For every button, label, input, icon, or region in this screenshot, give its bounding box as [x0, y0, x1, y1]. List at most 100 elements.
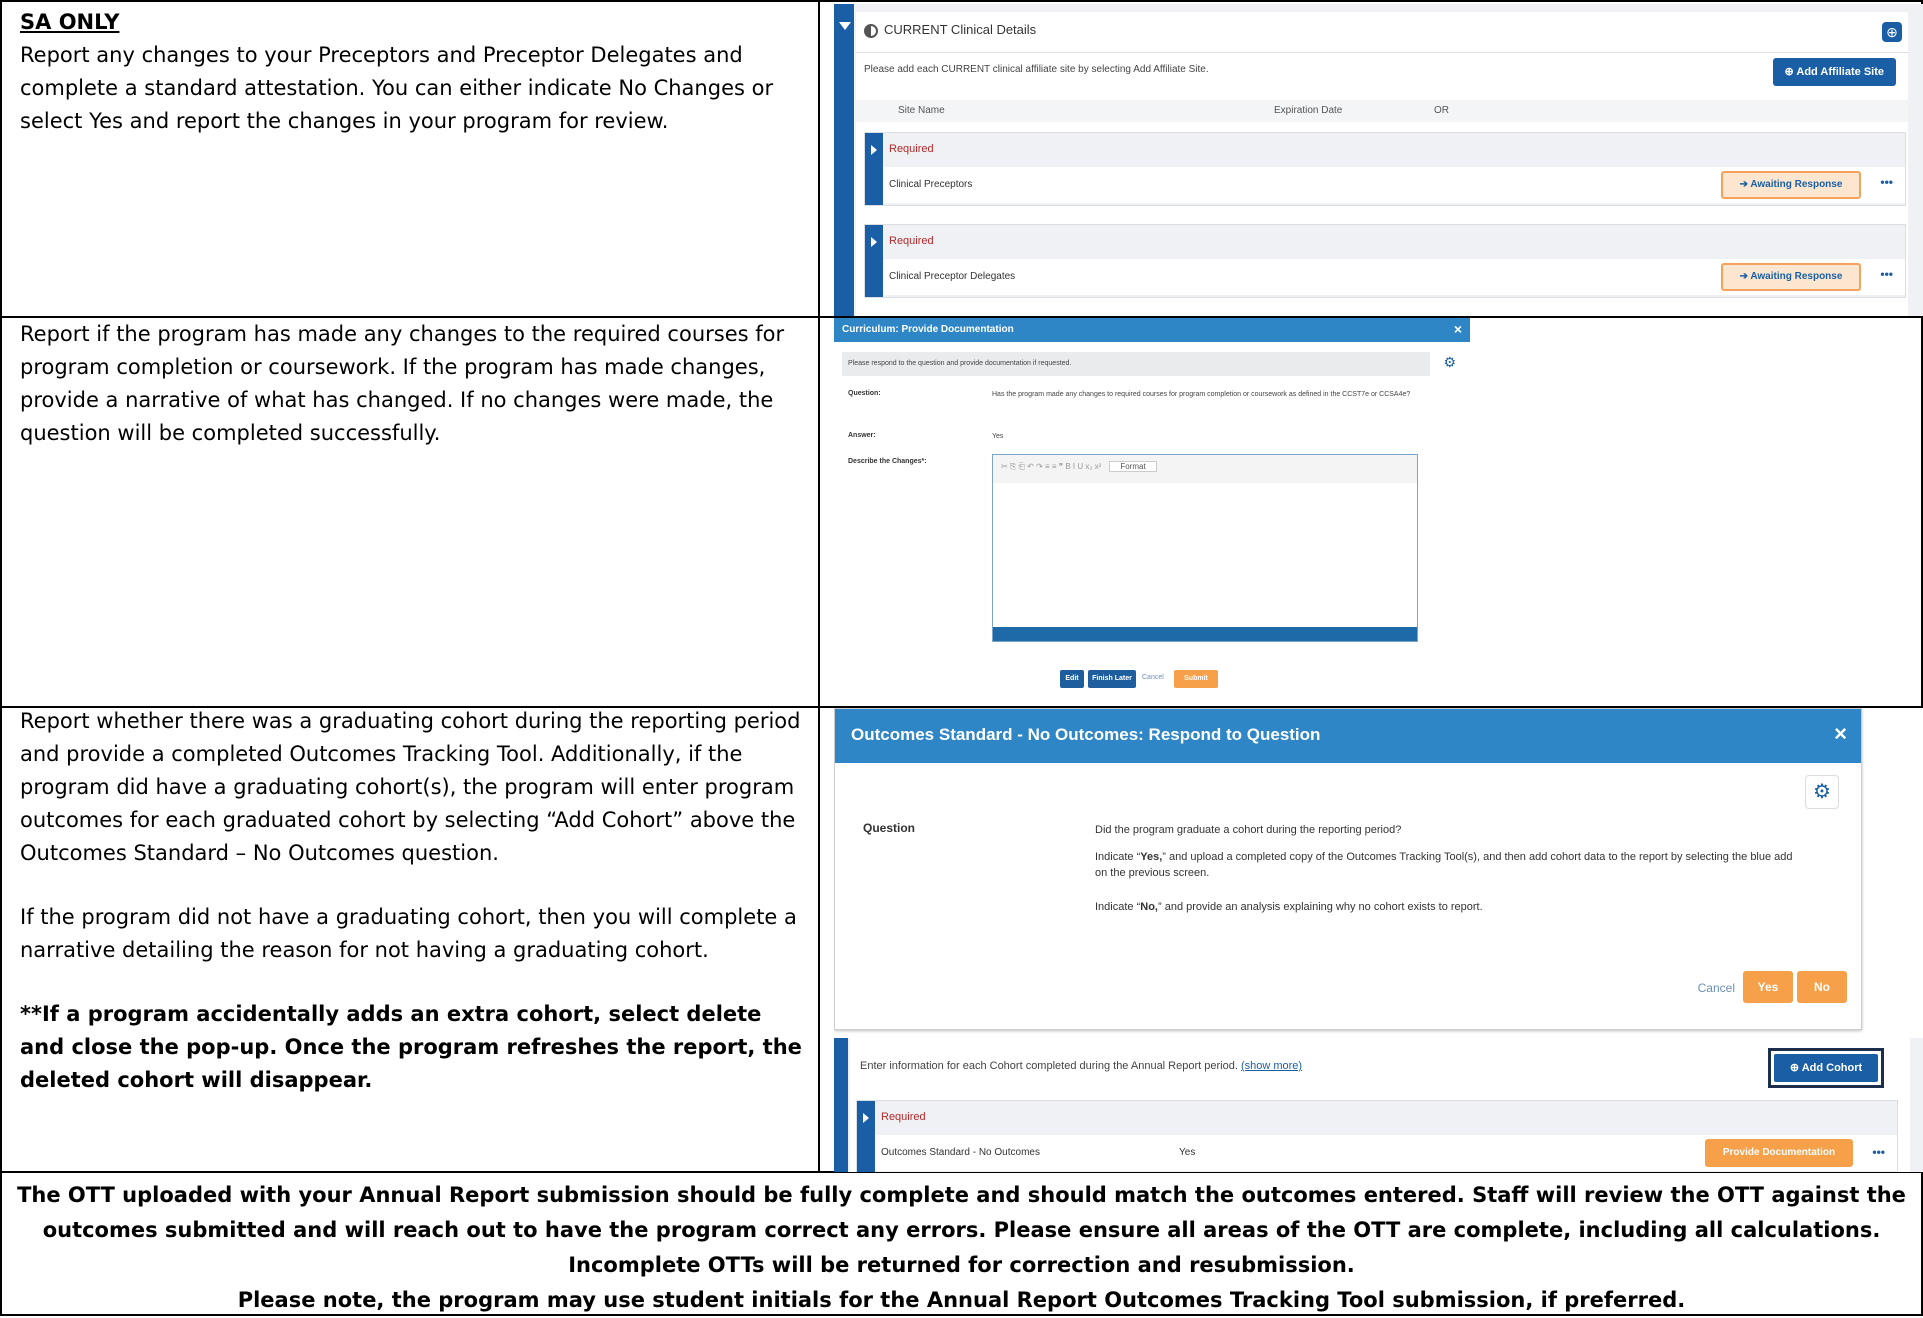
section2-text-cell: Report if the program has made any chang… [20, 318, 810, 450]
yes-instruction-prefix: Indicate “ [1095, 851, 1141, 863]
awaiting-response-button[interactable]: ➔ Awaiting Response [1721, 171, 1861, 199]
more-options-button[interactable]: ••• [1880, 267, 1893, 281]
cancel-link[interactable]: Cancel [1698, 981, 1735, 995]
more-options-button[interactable]: ••• [1872, 1145, 1885, 1159]
outcomes-screenshot: Outcomes Standard - No Outcomes: Respond… [834, 708, 1923, 1172]
plus-circle-icon: ⊕ [1789, 1062, 1802, 1074]
footer-note: The OTT uploaded with your Annual Report… [8, 1178, 1915, 1318]
modal-title: Outcomes Standard - No Outcomes: Respond… [851, 725, 1321, 744]
provide-documentation-button[interactable]: Provide Documentation [1705, 1139, 1853, 1167]
column-site-name: Site Name [898, 105, 945, 116]
edit-button[interactable]: Edit [1060, 670, 1084, 688]
record-expand-toggle[interactable] [857, 1101, 875, 1172]
required-label: Required [881, 1111, 926, 1123]
panel-title: CURRENT Clinical Details [884, 22, 1037, 37]
record-row: Clinical Preceptor Delegates ➔ Awaiting … [883, 259, 1905, 295]
curriculum-dialog-screenshot: Curriculum: Provide Documentation × Plea… [834, 318, 1470, 706]
record-name: Outcomes Standard - No Outcomes [881, 1147, 1040, 1158]
clinical-details-screenshot: CURRENT Clinical Details ⊕ Please add ea… [834, 4, 1923, 316]
no-instruction-rest: ” and provide an analysis explaining why… [1157, 901, 1483, 913]
answer-value: Yes [992, 433, 1004, 440]
gear-icon[interactable]: ⚙ [1443, 354, 1456, 371]
section3-para3: **If a program accidentally adds an extr… [20, 1002, 802, 1092]
dialog-titlebar: Curriculum: Provide Documentation × [834, 318, 1470, 342]
table-border-left [0, 0, 2, 1316]
record-expand-toggle[interactable] [865, 133, 883, 205]
question-text: Has the program made any changes to requ… [992, 391, 1411, 398]
close-icon[interactable]: × [1454, 321, 1462, 337]
caret-down-icon [839, 22, 851, 30]
section1-heading: SA ONLY [20, 10, 120, 34]
section3-para2: If the program did not have a graduating… [20, 905, 797, 962]
cohort-section: Enter information for each Cohort comple… [834, 1038, 1923, 1172]
dialog-title: Curriculum: Provide Documentation [842, 324, 1014, 335]
footer-line1: The OTT uploaded with your Annual Report… [17, 1183, 1906, 1277]
record-row: Clinical Preceptors ➔ Awaiting Response … [883, 167, 1905, 203]
describe-label: Describe the Changes*: [848, 458, 927, 465]
gear-icon[interactable]: ⚙ [1805, 775, 1839, 809]
half-circle-icon [864, 24, 878, 38]
no-button[interactable]: No [1797, 971, 1847, 1003]
column-header-row: Site Name Expiration Date OR [856, 100, 1908, 122]
add-cohort-button[interactable]: ⊕ Add Cohort [1768, 1048, 1884, 1088]
question-label: Question [863, 821, 916, 835]
record-clinical-preceptor-delegates: Required Clinical Preceptor Delegates ➔ … [864, 224, 1906, 298]
format-select[interactable]: Format [1109, 461, 1157, 472]
no-instruction-prefix: Indicate “ [1095, 901, 1141, 913]
add-plus-button[interactable]: ⊕ [1882, 22, 1902, 42]
required-label: Required [889, 235, 934, 247]
cohort-instruction-text: Enter information for each Cohort comple… [860, 1060, 1238, 1072]
section3-para1: Report whether there was a graduating co… [20, 709, 801, 865]
awaiting-response-button[interactable]: ➔ Awaiting Response [1721, 263, 1861, 291]
section3-text-cell: Report whether there was a graduating co… [20, 705, 810, 1097]
close-icon[interactable]: × [1834, 721, 1847, 747]
dialog-note: Please respond to the question and provi… [842, 352, 1430, 376]
cancel-link[interactable]: Cancel [1142, 674, 1164, 681]
question-text: Did the program graduate a cohort during… [1095, 824, 1402, 836]
record-expand-toggle[interactable] [865, 225, 883, 297]
answer-label: Answer: [848, 432, 876, 439]
add-cohort-label: Add Cohort [1801, 1062, 1863, 1074]
cohort-instruction: Enter information for each Cohort comple… [860, 1060, 1302, 1072]
question-label: Question: [848, 390, 881, 397]
more-options-button[interactable]: ••• [1880, 175, 1893, 189]
add-cohort-inner: ⊕ Add Cohort [1774, 1054, 1878, 1082]
plus-circle-icon: ⊕ [1886, 24, 1898, 40]
rich-text-editor[interactable]: ✂ ⎘ ⎗ ↶ ↷ ≡ ≡ ❞ B I U x₂ x² Format [992, 454, 1418, 642]
outcomes-modal: Outcomes Standard - No Outcomes: Respond… [834, 708, 1862, 1030]
record-outcomes-standard: Required Outcomes Standard - No Outcomes… [856, 1100, 1898, 1172]
no-instruction: Indicate “No,” and provide an analysis e… [1095, 899, 1795, 915]
section-bar [834, 1038, 848, 1172]
yes-instruction: Indicate “Yes,” and upload a completed c… [1095, 849, 1795, 881]
footer-line2: Please note, the program may use student… [237, 1288, 1686, 1312]
awaiting-response-label: Awaiting Response [1750, 179, 1843, 190]
editor-footer [993, 627, 1417, 641]
yes-instruction-rest: ” and upload a completed copy of the Out… [1095, 851, 1793, 879]
modal-header: Outcomes Standard - No Outcomes: Respond… [835, 709, 1861, 763]
column-expiration-date: Expiration Date [1274, 105, 1343, 116]
add-affiliate-site-button[interactable]: ⊕ Add Affiliate Site [1772, 58, 1896, 86]
add-affiliate-site-label: Add Affiliate Site [1796, 66, 1884, 78]
plus-circle-icon: ⊕ [1784, 66, 1797, 78]
section2-body: Report if the program has made any chang… [20, 322, 785, 445]
section-collapse-bar[interactable] [834, 4, 854, 316]
awaiting-response-label: Awaiting Response [1750, 271, 1843, 282]
record-name: Clinical Preceptors [889, 179, 973, 190]
submit-button[interactable]: Submit [1174, 670, 1218, 688]
yes-button[interactable]: Yes [1743, 971, 1793, 1003]
editor-toolbar: ✂ ⎘ ⎗ ↶ ↷ ≡ ≡ ❞ B I U x₂ x² Format [993, 455, 1417, 483]
editor-tools-icon[interactable]: ✂ ⎘ ⎗ ↶ ↷ ≡ ≡ ❞ B I U x₂ x² [1001, 462, 1101, 471]
record-name: Clinical Preceptor Delegates [889, 271, 1016, 282]
caret-right-icon [871, 237, 877, 247]
column-or: OR [1434, 105, 1449, 116]
yes-instruction-word: Yes, [1140, 851, 1163, 863]
panel-header: CURRENT Clinical Details ⊕ [856, 12, 1908, 53]
finish-later-button[interactable]: Finish Later [1088, 670, 1136, 688]
record-clinical-preceptors: Required Clinical Preceptors ➔ Awaiting … [864, 132, 1906, 206]
table-border-top [0, 0, 1923, 2]
panel-instruction: Please add each CURRENT clinical affilia… [864, 64, 1209, 75]
clinical-details-panel: CURRENT Clinical Details ⊕ Please add ea… [856, 12, 1908, 316]
cohort-panel: Enter information for each Cohort comple… [850, 1038, 1910, 1172]
show-more-link[interactable]: (show more) [1241, 1060, 1302, 1072]
table-column-divider [818, 0, 820, 1172]
